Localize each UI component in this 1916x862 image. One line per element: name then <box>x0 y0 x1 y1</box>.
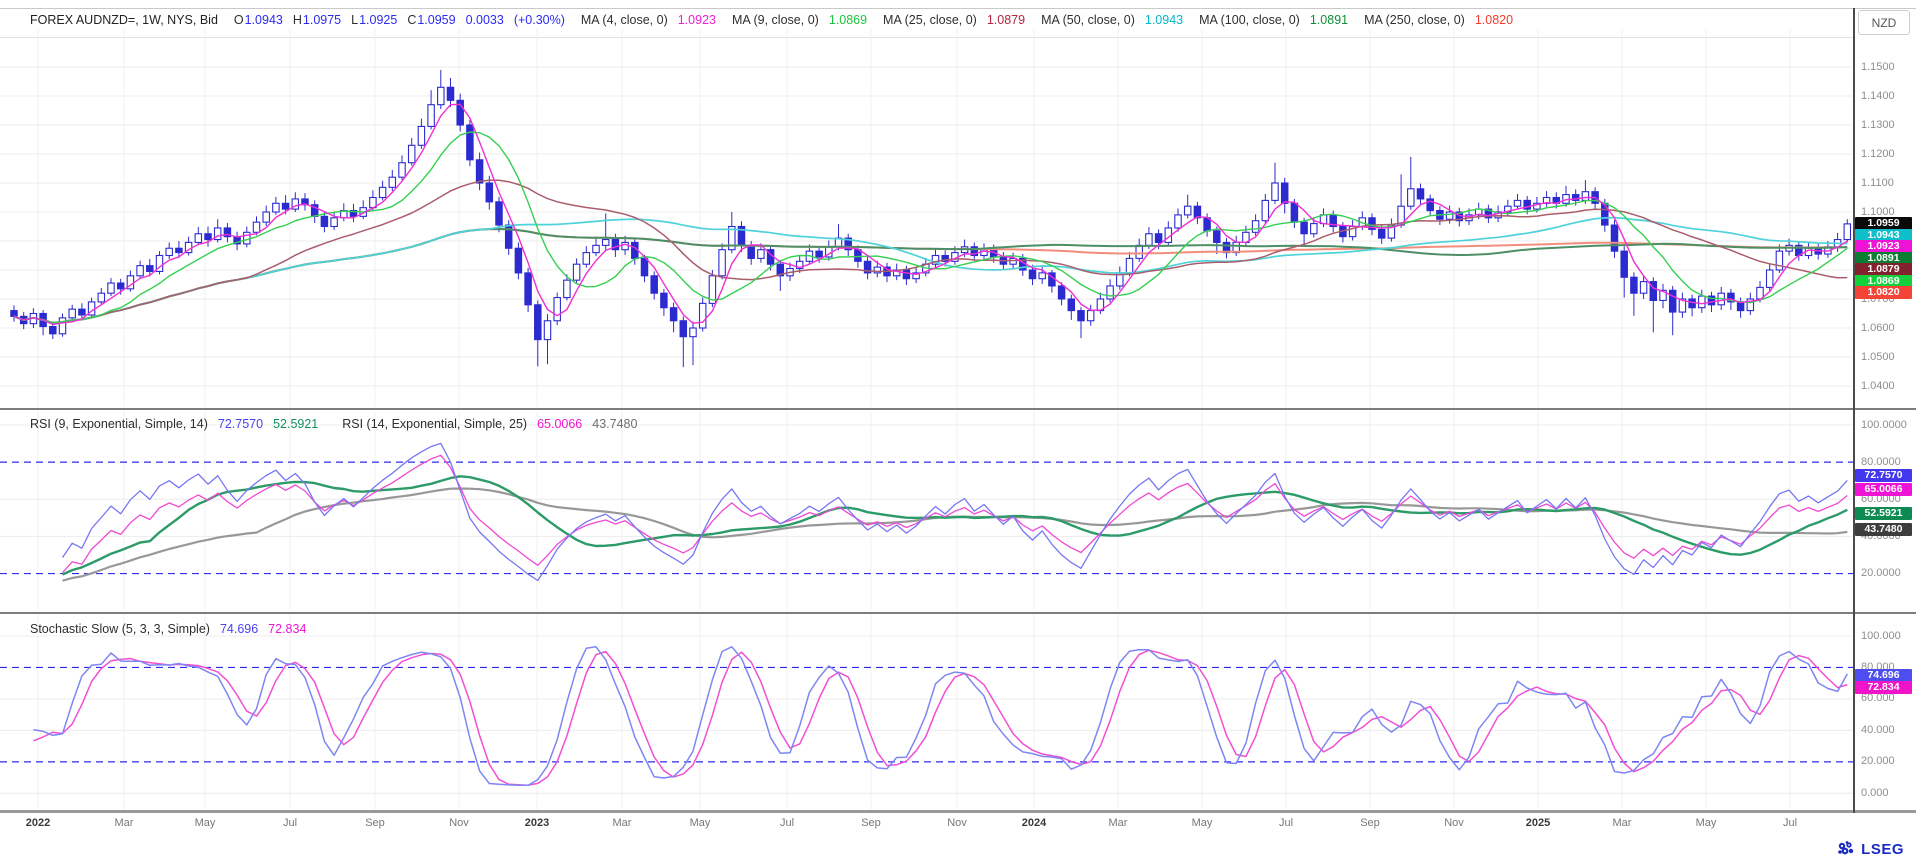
stoch-axis-tick: 100.000 <box>1861 630 1901 643</box>
time-axis-label: 2022 <box>26 817 50 829</box>
time-axis-label: 2025 <box>1526 817 1550 829</box>
rsi-badge: 72.7570 <box>1855 469 1912 482</box>
time-axis-label: Mar <box>115 817 134 829</box>
time-axis-label: Jul <box>1279 817 1293 829</box>
time-axis-label: Nov <box>1444 817 1464 829</box>
price-axis-tick: 1.1400 <box>1861 90 1895 103</box>
time-axis-label: Jul <box>1783 817 1797 829</box>
price-badge: 1.0820 <box>1855 286 1912 299</box>
rsi-axis-tick: 100.0000 <box>1861 419 1907 432</box>
rsi-value-2: 52.5921 <box>273 417 318 431</box>
time-axis-label: May <box>690 817 711 829</box>
stoch-legend[interactable]: Stochastic Slow (5, 3, 3, Simple) 74.696… <box>30 622 306 636</box>
time-axis-label: Mar <box>1613 817 1632 829</box>
lseg-logo: LSEG <box>1836 839 1904 859</box>
rsi-legend[interactable]: RSI (9, Exponential, Simple, 14) 72.7570… <box>30 417 637 431</box>
chart-canvas[interactable] <box>0 0 1916 862</box>
time-axis-label: Mar <box>613 817 632 829</box>
stoch-value-k: 74.696 <box>220 622 258 636</box>
rsi-legend-label-1: RSI (9, Exponential, Simple, 14) <box>30 417 208 431</box>
time-axis-label: May <box>1192 817 1213 829</box>
price-axis-tick: 1.0500 <box>1861 351 1895 364</box>
stoch-value-d: 72.834 <box>268 622 306 636</box>
price-axis-tick: 1.1500 <box>1861 61 1895 74</box>
chart-window: FOREX AUDNZD=, 1W, NYS, Bid O1.0943 H1.0… <box>0 0 1916 862</box>
time-axis-label: Sep <box>1360 817 1380 829</box>
time-axis-label: May <box>1696 817 1717 829</box>
price-axis-tick: 1.1300 <box>1861 119 1895 132</box>
rsi-value-4: 43.7480 <box>592 417 637 431</box>
price-axis-tick: 1.1200 <box>1861 148 1895 161</box>
time-axis-label: 2023 <box>525 817 549 829</box>
rsi-badge: 52.5921 <box>1855 507 1912 520</box>
stoch-legend-label: Stochastic Slow (5, 3, 3, Simple) <box>30 622 210 636</box>
price-axis-tick: 1.0600 <box>1861 322 1895 335</box>
time-axis-label: Nov <box>947 817 967 829</box>
time-axis-label: Sep <box>365 817 385 829</box>
rsi-value-3: 65.0066 <box>537 417 582 431</box>
time-axis-label: 2024 <box>1022 817 1046 829</box>
rsi-badge: 43.7480 <box>1855 523 1912 536</box>
stoch-axis-tick: 40.000 <box>1861 724 1895 737</box>
time-axis-label: May <box>195 817 216 829</box>
stoch-axis-tick: 0.000 <box>1861 787 1889 800</box>
time-axis-label: Jul <box>283 817 297 829</box>
time-axis-label: Nov <box>449 817 469 829</box>
time-axis-label: Mar <box>1109 817 1128 829</box>
rsi-legend-label-2: RSI (14, Exponential, Simple, 25) <box>342 417 527 431</box>
lseg-glyph-icon <box>1836 839 1856 859</box>
rsi-value-1: 72.7570 <box>218 417 263 431</box>
price-axis-tick: 1.0400 <box>1861 380 1895 393</box>
price-axis-tick: 1.1100 <box>1861 177 1894 190</box>
time-axis-label: Sep <box>861 817 881 829</box>
time-axis-label: Jul <box>780 817 794 829</box>
pane-separator-rsi-stoch[interactable] <box>0 612 1916 614</box>
lseg-wordmark: LSEG <box>1861 841 1904 858</box>
rsi-axis-tick: 80.0000 <box>1861 456 1901 469</box>
stoch-axis-tick: 20.000 <box>1861 755 1895 768</box>
stoch-axis-tick: 60.000 <box>1861 692 1895 705</box>
pane-separator-main-rsi[interactable] <box>0 408 1916 410</box>
time-axis-line <box>0 810 1916 813</box>
stoch-badge: 72.834 <box>1855 681 1912 694</box>
rsi-badge: 65.0066 <box>1855 483 1912 496</box>
rsi-axis-tick: 20.0000 <box>1861 567 1901 580</box>
